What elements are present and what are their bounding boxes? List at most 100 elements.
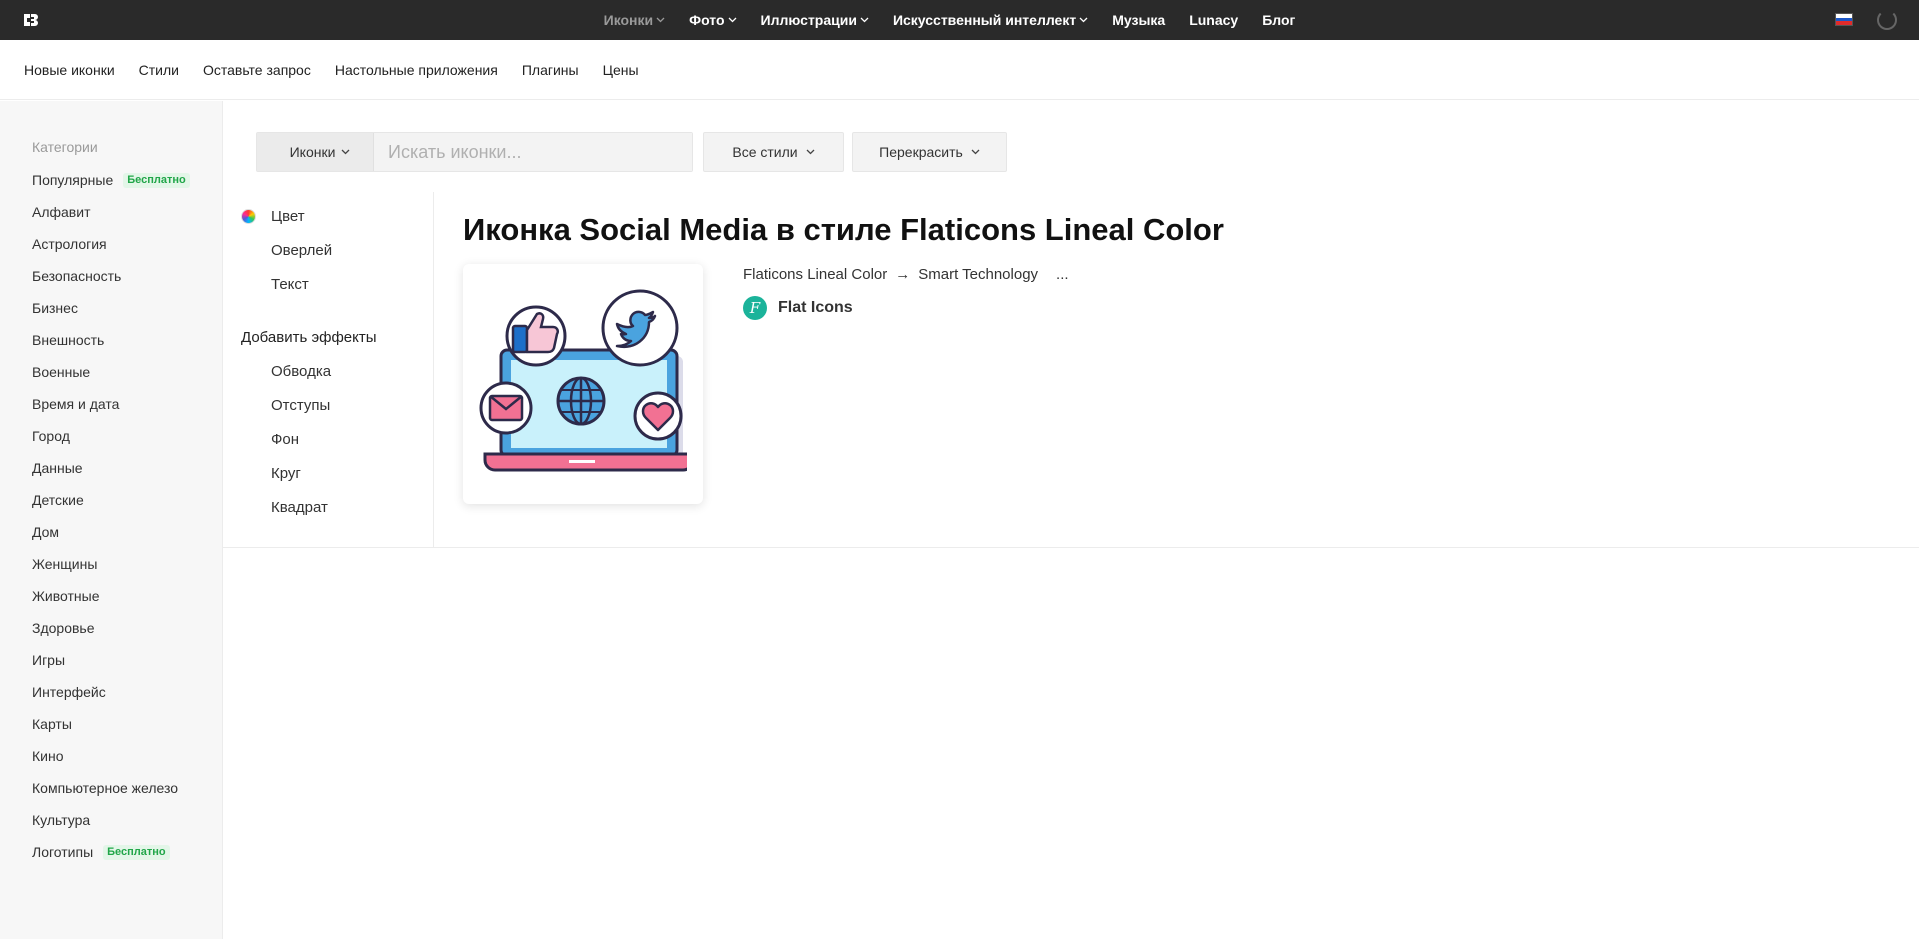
sidebar-item-label: Логотипы (32, 844, 94, 860)
topnav-item[interactable]: Lunacy (1189, 12, 1238, 28)
more-button[interactable]: ... (1056, 266, 1069, 283)
sidebar-item[interactable]: Безопасность (32, 267, 190, 299)
sidebar-item-label: Игры (32, 652, 66, 668)
sidebar-item-label: Женщины (32, 556, 98, 572)
style-link[interactable]: Flaticons Lineal Color (743, 266, 887, 283)
sidebar-item[interactable]: Популярные Бесплатно (32, 171, 190, 203)
option-circle[interactable]: Круг (271, 465, 301, 482)
sidebar-item-label: Детские (32, 492, 84, 508)
sidebar-item[interactable]: Карты (32, 715, 190, 747)
sidebar-item-label: Кино (32, 748, 64, 764)
sidebar-item[interactable]: Здоровье (32, 619, 190, 651)
color-wheel-icon[interactable] (241, 209, 256, 224)
chevron-down-icon (806, 149, 815, 155)
author-avatar: F (743, 296, 767, 320)
subnav-item[interactable]: Новые иконки (24, 62, 115, 78)
search-bar: Иконки (256, 132, 693, 172)
sidebar-item[interactable]: Культура (32, 811, 190, 843)
subnav-item[interactable]: Настольные приложения (335, 62, 498, 78)
sidebar-item[interactable]: Дом (32, 523, 190, 555)
sidebar-item[interactable]: Данные (32, 459, 190, 491)
divider (223, 547, 1919, 548)
topnav-item-label: Lunacy (1189, 12, 1239, 28)
category-sidebar: Категории Популярные Бесплатно Алфавит Астр… (0, 101, 223, 939)
breadcrumb-arrow: → (895, 266, 911, 283)
sidebar-item[interactable]: Игры (32, 651, 190, 683)
sidebar-item-label: Город (32, 428, 70, 444)
option-square[interactable]: Квадрат (271, 499, 328, 516)
topnav-item[interactable]: Иллюстрации (761, 12, 869, 28)
sidebar-item-label: Безопасность (32, 268, 122, 284)
category-list: Популярные Бесплатно Алфавит Астрология Безо… (32, 171, 190, 875)
sidebar-item[interactable]: Детские (32, 491, 190, 523)
sidebar-item[interactable]: Кино (32, 747, 190, 779)
chevron-down-icon (971, 149, 980, 155)
topnav-item[interactable]: Иконки (604, 12, 666, 28)
topnav-item-label: Иллюстрации (760, 12, 857, 28)
social-media-laptop-icon (479, 289, 687, 472)
edit-options-panel: Цвет Оверлей Текст Добавить эффекты Обво… (223, 192, 434, 548)
sidebar-item[interactable]: Военные (32, 363, 190, 395)
sidebar-item[interactable]: Город (32, 427, 190, 459)
spinner-icon (1877, 10, 1897, 30)
option-background[interactable]: Фон (271, 431, 299, 448)
topnav-item[interactable]: Фото (689, 12, 736, 28)
page-title: Иконка Social Media в стиле Flaticons Li… (463, 212, 1224, 247)
sidebar-item[interactable]: Астрология (32, 235, 190, 267)
sidebar-item-label: Военные (32, 364, 91, 380)
pack-link[interactable]: Smart Technology (918, 266, 1038, 283)
option-color[interactable]: Цвет (271, 208, 305, 225)
sidebar-item-label: Интерфейс (32, 684, 106, 700)
sidebar-item-label: Время и дата (32, 396, 120, 412)
subnav-item[interactable]: Стили (139, 62, 179, 78)
styles-dropdown[interactable]: Все стили (703, 132, 844, 172)
option-text[interactable]: Текст (271, 276, 309, 293)
topnav-item[interactable]: Музыка (1112, 12, 1165, 28)
topnav-item[interactable]: Искусственный интеллект (893, 12, 1088, 28)
free-badge: Бесплатно (123, 173, 190, 188)
sidebar-item[interactable]: Логотипы Бесплатно (32, 843, 190, 875)
topnav-item[interactable]: Блог (1262, 12, 1295, 28)
sidebar-item[interactable]: Внешность (32, 331, 190, 363)
sidebar-item-label: Алфавит (32, 204, 91, 220)
sidebar-item[interactable]: Бизнес (32, 299, 190, 331)
option-overlay[interactable]: Оверлей (271, 242, 332, 259)
sidebar-item-label: Карты (32, 716, 72, 732)
subnav-item[interactable]: Оставьте запрос (203, 62, 311, 78)
chevron-down-icon (656, 17, 665, 23)
top-bar: Иконки Фото Иллюстрации Искусственный интел… (0, 0, 1919, 40)
sidebar-item[interactable]: Алфавит (32, 203, 190, 235)
subnav-item[interactable]: Плагины (522, 62, 579, 78)
ru-flag-icon[interactable] (1835, 13, 1853, 26)
sidebar-item[interactable]: Компьютерное железо (32, 779, 190, 811)
author-name: Flat Icons (778, 299, 853, 316)
styles-dropdown-label: Все стили (732, 144, 798, 160)
chevron-down-icon (860, 17, 869, 23)
option-stroke[interactable]: Обводка (271, 363, 331, 380)
sidebar-item[interactable]: Животные (32, 587, 190, 619)
option-padding[interactable]: Отступы (271, 397, 330, 414)
recolor-dropdown[interactable]: Перекрасить (852, 132, 1007, 172)
sub-navigation: Новые иконки Стили Оставьте запрос Настольн… (0, 40, 1919, 100)
subnav-item[interactable]: Цены (603, 62, 639, 78)
chevron-down-icon (728, 17, 736, 23)
sidebar-item-label: Популярные (32, 172, 114, 188)
chevron-down-icon (1079, 17, 1088, 23)
icon-preview-card[interactable] (463, 264, 703, 504)
icon-breadcrumb: Flaticons Lineal Color → Smart Technolog… (743, 266, 1069, 283)
search-input[interactable] (374, 133, 692, 171)
sidebar-item-label: Внешность (32, 332, 105, 348)
sidebar-item[interactable]: Интерфейс (32, 683, 190, 715)
categories-heading: Категории (32, 139, 98, 155)
sidebar-item-label: Дом (32, 524, 60, 540)
search-type-dropdown[interactable]: Иконки (257, 133, 374, 171)
topnav-item-label: Иконки (603, 12, 654, 28)
sidebar-item[interactable]: Время и дата (32, 395, 190, 427)
topnav-item-label: Блог (1262, 12, 1296, 28)
recolor-dropdown-label: Перекрасить (879, 144, 963, 160)
sidebar-item[interactable]: Женщины (32, 555, 190, 587)
sidebar-item-label: Животные (32, 588, 100, 604)
free-badge: Бесплатно (103, 845, 170, 860)
sidebar-item-label: Бизнес (32, 300, 78, 316)
author-link[interactable]: F Flat Icons (743, 296, 853, 320)
